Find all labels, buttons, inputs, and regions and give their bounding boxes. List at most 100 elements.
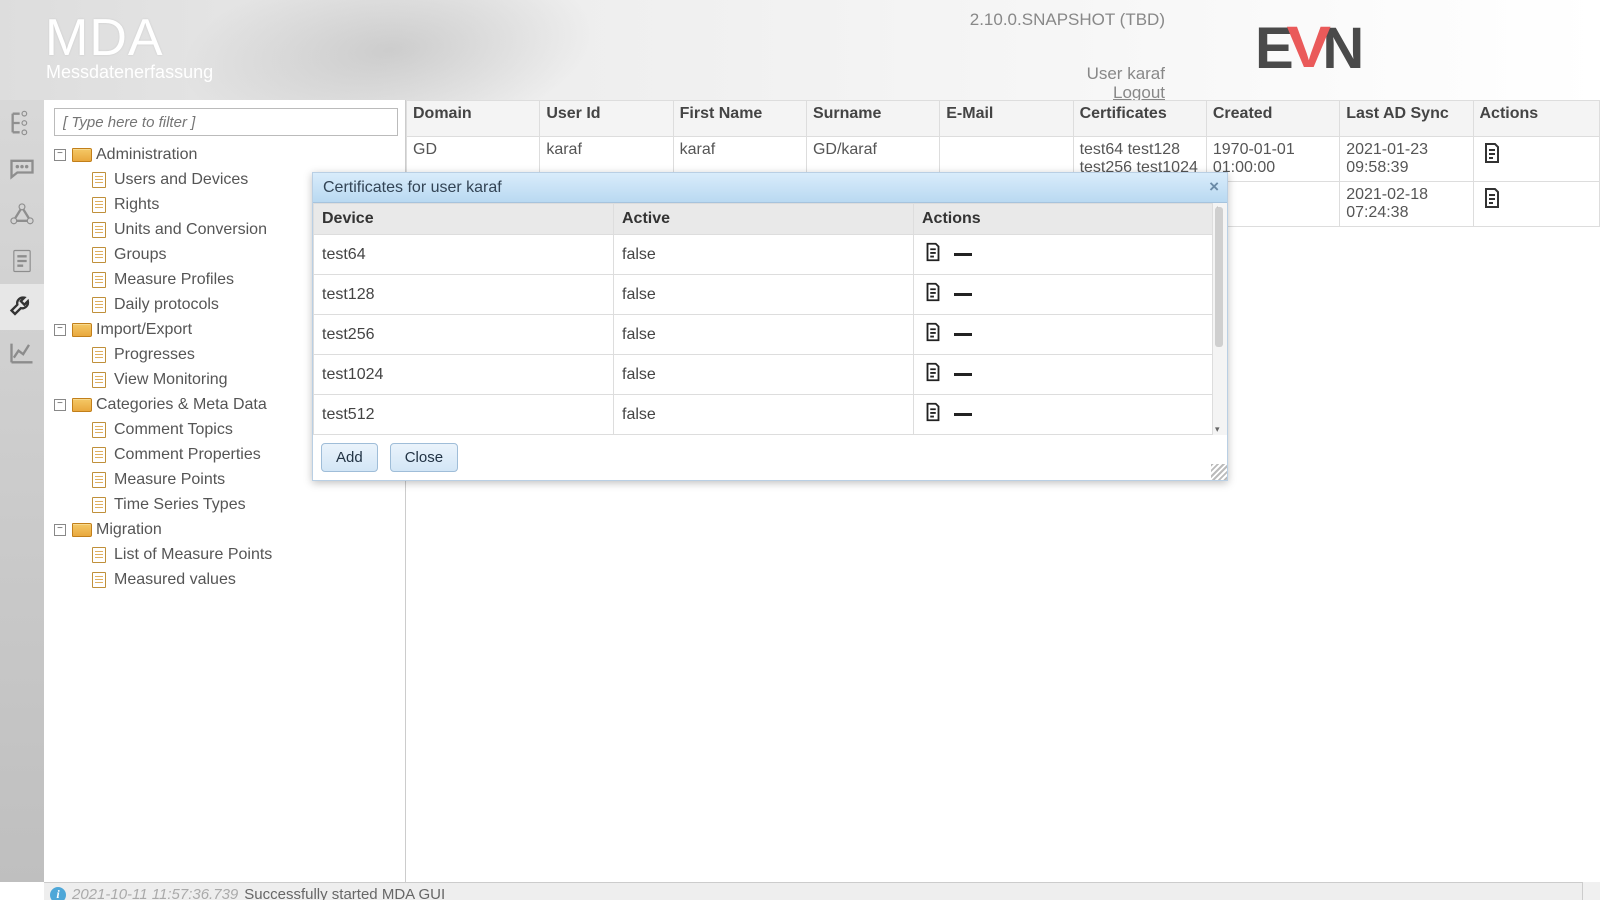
folder-icon [72,323,90,337]
rail-document-icon[interactable] [0,238,44,284]
rail-chat-icon[interactable] [0,146,44,192]
document-icon [92,297,106,313]
cert-document-icon[interactable] [922,361,944,388]
cert-active-cell: false [614,315,914,355]
grid-column-header[interactable]: Last AD Sync [1340,101,1473,137]
brand-logo: EVN [1255,20,1415,80]
cert-row[interactable]: test512false [314,395,1213,435]
folder-icon [72,523,90,537]
collapse-icon[interactable]: − [54,324,66,336]
cert-action-cell [914,275,1213,315]
collapse-icon[interactable]: − [54,399,66,411]
tree-group[interactable]: −Migration [48,517,405,542]
dialog-column-header[interactable]: Actions [914,204,1213,235]
dialog-title: Certificates for user karaf [323,179,502,197]
tree-item[interactable]: Measured values [48,567,405,592]
cert-action-cell [914,235,1213,275]
collapse-icon[interactable]: − [54,149,66,161]
rail-network-icon[interactable] [0,192,44,238]
certificates-dialog: Certificates for user karaf × DeviceActi… [312,172,1228,481]
tree-group-label: Import/Export [96,321,192,339]
user-label: User karaf [1087,64,1165,84]
rail-wrench-icon[interactable] [0,284,44,330]
icon-rail [0,100,44,882]
cert-action-cell [914,315,1213,355]
grid-column-header[interactable]: Certificates [1073,101,1206,137]
cert-document-icon[interactable] [922,281,944,308]
document-icon [92,222,106,238]
cert-remove-icon[interactable] [954,253,972,256]
tree-group-label: Administration [96,146,197,164]
tree-item-label: Daily protocols [114,296,219,314]
cert-row[interactable]: test256false [314,315,1213,355]
dialog-titlebar[interactable]: Certificates for user karaf × [313,173,1227,203]
tree-item-label: Measure Points [114,471,225,489]
cert-remove-icon[interactable] [954,413,972,416]
app-title: MDA [45,8,164,68]
tree-item[interactable]: Time Series Types [48,492,405,517]
grid-column-header[interactable]: Created [1206,101,1339,137]
app-subtitle: Messdatenerfassung [46,62,213,83]
document-icon [92,472,106,488]
row-action-document-icon[interactable] [1480,186,1504,210]
tree-item-label: Users and Devices [114,171,248,189]
tree-item-label: Progresses [114,346,195,364]
document-icon [92,272,106,288]
tree-filter-input[interactable] [54,108,398,136]
cert-active-cell: false [614,275,914,315]
document-icon [92,347,106,363]
cert-action-cell [914,395,1213,435]
cert-remove-icon[interactable] [954,373,972,376]
grid-action-cell [1473,137,1600,182]
tree-item-label: Comment Properties [114,446,261,464]
cert-row[interactable]: test128false [314,275,1213,315]
dialog-close-button[interactable]: Close [390,443,458,472]
tree-item-label: Groups [114,246,166,264]
document-icon [92,197,106,213]
tree-item-label: Measured values [114,571,236,589]
cert-device-cell: test64 [314,235,614,275]
grid-column-header[interactable]: Domain [407,101,540,137]
cert-row[interactable]: test64false [314,235,1213,275]
cert-remove-icon[interactable] [954,293,972,296]
dialog-column-header[interactable]: Device [314,204,614,235]
dialog-add-button[interactable]: Add [321,443,378,472]
document-icon [92,447,106,463]
grid-column-header[interactable]: Actions [1473,101,1600,137]
rail-tree-icon[interactable] [0,100,44,146]
tree-item-label: Rights [114,196,159,214]
tree-item-label: Time Series Types [114,496,246,514]
grid-cell: 2021-01-23 09:58:39 [1340,137,1473,182]
dialog-resize-handle[interactable] [1211,464,1227,480]
cert-remove-icon[interactable] [954,333,972,336]
document-icon [92,172,106,188]
cert-document-icon[interactable] [922,241,944,268]
tree-item-label: Measure Profiles [114,271,234,289]
document-icon [92,572,106,588]
grid-column-header[interactable]: Surname [806,101,939,137]
grid-column-header[interactable]: User Id [540,101,673,137]
grid-action-cell [1473,182,1600,227]
document-icon [92,547,106,563]
cert-row[interactable]: test1024false [314,355,1213,395]
grid-column-header[interactable]: E-Mail [940,101,1073,137]
collapse-icon[interactable]: − [54,524,66,536]
cert-device-cell: test512 [314,395,614,435]
cert-document-icon[interactable] [922,401,944,428]
tree-group-label: Categories & Meta Data [96,396,267,414]
dialog-vertical-scrollbar[interactable]: ▴ ▾ [1213,203,1227,435]
tree-item[interactable]: List of Measure Points [48,542,405,567]
status-timestamp: 2021-10-11 11:57:36.739 [72,886,238,900]
cert-device-cell: test128 [314,275,614,315]
dialog-close-icon[interactable]: × [1209,177,1219,197]
grid-cell: 2021-02-18 07:24:38 [1340,182,1473,227]
logout-link[interactable]: Logout [1113,83,1165,100]
cert-active-cell: false [614,235,914,275]
cert-document-icon[interactable] [922,321,944,348]
row-action-document-icon[interactable] [1480,141,1504,165]
cert-device-cell: test1024 [314,355,614,395]
tree-group[interactable]: − Administration [48,142,405,167]
rail-chart-icon[interactable] [0,330,44,376]
dialog-column-header[interactable]: Active [614,204,914,235]
grid-column-header[interactable]: First Name [673,101,806,137]
